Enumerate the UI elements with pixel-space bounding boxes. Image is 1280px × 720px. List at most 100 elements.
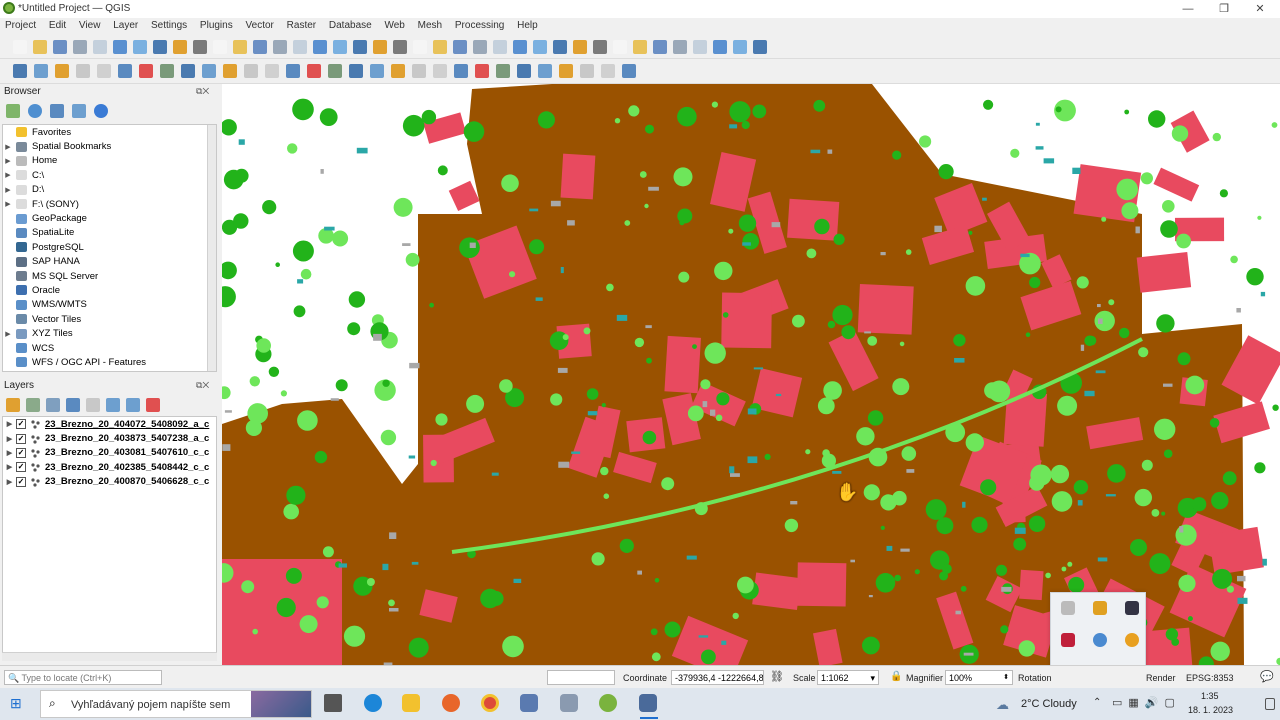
browser-item[interactable]: ▶ XYZ Tiles [3,326,216,340]
chrome-tray-icon[interactable] [1093,633,1107,647]
toolbar-tool-icon[interactable] [286,64,300,78]
crs-button[interactable]: EPSG:8353 [1186,673,1234,683]
menu-vector[interactable]: Vector [241,18,279,33]
notifications-icon[interactable] [1265,698,1275,710]
toolbar-tool-icon[interactable] [693,40,707,54]
menu-settings[interactable]: Settings [146,18,192,33]
chrome-canary-icon[interactable] [1125,633,1139,647]
toolbar-tool-icon[interactable] [73,40,87,54]
toolbar-tool-icon[interactable] [713,40,727,54]
menu-view[interactable]: View [74,18,106,33]
expand-all-icon[interactable] [106,398,120,412]
file-explorer-icon[interactable] [402,694,420,712]
coordinate-field[interactable]: -379936,4 -1222664,8 [671,670,764,685]
toolbar-tool-icon[interactable] [353,40,367,54]
toolbar-tool-icon[interactable] [244,64,258,78]
browser-item[interactable]: ▶ Home [3,154,216,168]
lock-icon[interactable]: 🔒 [890,671,902,682]
toolbar-tool-icon[interactable] [223,64,237,78]
toolbar-tool-icon[interactable] [213,40,227,54]
render-checkbox-label[interactable]: Render [1146,673,1176,683]
browser-scrollbar[interactable] [207,125,216,371]
browser-item[interactable]: ▶ Spatial Bookmarks [3,139,216,153]
menu-help[interactable]: Help [512,18,543,33]
browser-item[interactable]: SAP HANA [3,255,216,269]
browser-item[interactable]: PostgreSQL [3,240,216,254]
add-group-icon[interactable] [26,398,40,412]
display-icon[interactable] [1125,601,1139,615]
browser-item[interactable]: MS SQL Server [3,269,216,283]
toolbar-tool-icon[interactable] [293,40,307,54]
menu-edit[interactable]: Edit [44,18,71,33]
toolbar-tool-icon[interactable] [253,40,267,54]
browser-item[interactable]: ▶ F:\ (SONY) [3,197,216,211]
toolbar-tool-icon[interactable] [433,64,447,78]
toolbar-tool-icon[interactable] [580,64,594,78]
layer-visibility-checkbox[interactable]: ✓ [16,476,26,487]
browser-item[interactable]: GeoPackage [3,211,216,225]
layer-visibility-checkbox[interactable]: ✓ [16,433,26,444]
toolbar-tool-icon[interactable] [393,40,407,54]
expand-arrow-icon[interactable]: ▶ [5,420,14,428]
taskbar-search[interactable]: ⌕ Vyhľadávaný pojem napíšte sem [40,690,312,718]
layer-visibility-checkbox[interactable]: ✓ [16,447,26,458]
panel-float-close-icon[interactable]: ⧉✕ [196,86,209,97]
toolbar-tool-icon[interactable] [273,40,287,54]
toolbar-tool-icon[interactable] [517,64,531,78]
toolbar-tool-icon[interactable] [613,40,627,54]
tray-system-icons[interactable]: ▭▦🔊▢ [1112,696,1181,709]
adobe-icon[interactable] [1061,633,1075,647]
toolbar-tool-icon[interactable] [76,64,90,78]
refresh-icon[interactable] [28,104,42,118]
info-icon[interactable] [94,104,108,118]
expand-arrow-icon[interactable]: ▶ [3,330,13,338]
browser-item[interactable]: WMS/WMTS [3,298,216,312]
usb-icon[interactable] [1061,601,1075,615]
edge-icon[interactable] [364,694,382,712]
toolbar-tool-icon[interactable] [173,40,187,54]
browser-item[interactable]: Oracle [3,283,216,297]
toolbar-tool-icon[interactable] [553,40,567,54]
menu-raster[interactable]: Raster [282,18,321,33]
toolbar-tool-icon[interactable] [202,64,216,78]
expand-arrow-icon[interactable]: ▶ [5,463,14,471]
expand-arrow-icon[interactable]: ▶ [3,186,13,194]
toolbar-tool-icon[interactable] [653,40,667,54]
toolbar-tool-icon[interactable] [633,40,647,54]
collapse-all-icon[interactable] [72,104,86,118]
toolbar-tool-icon[interactable] [333,40,347,54]
clock-date[interactable]: 18. 1. 2023 [1188,705,1233,715]
browser-item[interactable]: ▶ C:\ [3,168,216,182]
filter-icon[interactable] [50,104,64,118]
locator-input[interactable]: 🔍 Type to locate (Ctrl+K) [4,670,162,685]
weather-text[interactable]: 2°C Cloudy [1021,698,1077,710]
scale-combobox[interactable]: 1:1062 ▾ [817,670,879,685]
toolbar-tool-icon[interactable] [53,40,67,54]
toolbar-tool-icon[interactable] [453,40,467,54]
expand-arrow-icon[interactable]: ▶ [5,478,14,486]
toolbar-tool-icon[interactable] [313,40,327,54]
toolbar-tool-icon[interactable] [496,64,510,78]
toolbar-tool-icon[interactable] [433,40,447,54]
toolbar-tool-icon[interactable] [153,40,167,54]
menu-plugins[interactable]: Plugins [195,18,238,33]
map-canvas[interactable]: ✋ [222,84,1280,665]
toolbar-tool-icon[interactable] [139,64,153,78]
toolbar-tool-icon[interactable] [93,40,107,54]
magnifier-spinbox[interactable]: 100% ⬍ [945,670,1013,685]
toolbar-tool-icon[interactable] [265,64,279,78]
toolbar-tool-icon[interactable] [328,64,342,78]
toolbar-tool-icon[interactable] [97,64,111,78]
toolbar-tool-icon[interactable] [513,40,527,54]
security-shield-icon[interactable] [1093,601,1107,615]
collapse-all-layers-icon[interactable] [126,398,140,412]
browser-item[interactable]: Vector Tiles [3,312,216,326]
browser-item[interactable]: SpatiaLite [3,226,216,240]
browser-item[interactable]: Favorites [3,125,216,139]
toolbar-tool-icon[interactable] [412,64,426,78]
toolbar-tool-icon[interactable] [601,64,615,78]
toolbar-tool-icon[interactable] [13,64,27,78]
menu-layer[interactable]: Layer [108,18,143,33]
toolbar-tool-icon[interactable] [373,40,387,54]
start-windows-icon[interactable]: ⊞ [10,695,22,712]
